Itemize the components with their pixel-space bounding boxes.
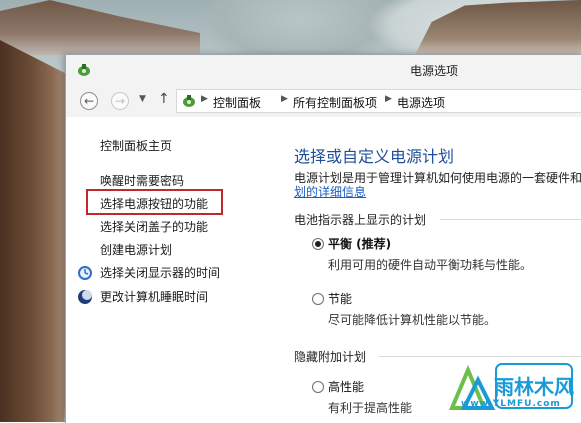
section-battery-plans: 电池指示器上显示的计划 <box>294 213 427 227</box>
plan-radio-balanced[interactable] <box>312 238 324 250</box>
breadcrumb-separator[interactable]: ▶ <box>385 94 392 104</box>
sleep-moon-icon <box>78 290 92 304</box>
breadcrumb[interactable]: ▶ 控制面板 ▶ 所有控制面板项 ▶ 电源选项 <box>176 89 581 113</box>
sidebar-item-wake-password[interactable]: 唤醒时需要密码 <box>100 172 184 189</box>
forward-button[interactable]: → <box>111 92 129 110</box>
details-link[interactable]: 划的详细信息 <box>294 183 366 200</box>
sidebar-item-home[interactable]: 控制面板主页 <box>100 137 172 154</box>
back-button[interactable]: ← <box>80 92 98 110</box>
plan-desc-high-performance: 有利于提高性能 <box>328 401 413 415</box>
breadcrumb-control-panel[interactable]: 控制面板 <box>213 94 261 111</box>
plan-name-high-performance[interactable]: 高性能 <box>328 378 364 395</box>
wallpaper-rock <box>0 40 75 422</box>
plan-name-power-saver[interactable]: 节能 <box>328 290 352 307</box>
plan-desc-power-saver: 尽可能降低计算机性能以节能。 <box>328 313 497 327</box>
sidebar-item-create-plan[interactable]: 创建电源计划 <box>100 241 172 258</box>
plan-desc-balanced: 利用可用的硬件自动平衡功耗与性能。 <box>328 258 533 272</box>
sidebar-item-lid-close[interactable]: 选择关闭盖子的功能 <box>100 218 208 235</box>
section-divider <box>440 219 581 220</box>
breadcrumb-all-items[interactable]: 所有控制面板项 <box>293 94 377 111</box>
watermark-url: www.YLMFU.com <box>461 399 561 409</box>
breadcrumb-power-options[interactable]: 电源选项 <box>397 94 445 111</box>
plan-radio-high-performance[interactable] <box>312 381 324 393</box>
title-bar[interactable]: 电源选项 <box>66 55 581 85</box>
display-clock-icon <box>78 266 92 280</box>
section-hidden-plans[interactable]: 隐藏附加计划 <box>294 348 366 365</box>
sidebar-item-sleep-time[interactable]: 更改计算机睡眠时间 <box>100 288 208 305</box>
window-title: 电源选项 <box>409 64 458 78</box>
plan-name-balanced[interactable]: 平衡 (推荐) <box>328 235 391 252</box>
breadcrumb-separator[interactable]: ▶ <box>201 94 208 104</box>
control-panel-icon <box>183 95 195 107</box>
page-title: 选择或自定义电源计划 <box>294 147 455 166</box>
plan-radio-power-saver[interactable] <box>312 293 324 305</box>
sidebar: 控制面板主页 唤醒时需要密码 选择电源按钮的功能 选择关闭盖子的功能 创建电源计… <box>66 117 281 423</box>
breadcrumb-separator[interactable]: ▶ <box>281 94 288 104</box>
sidebar-item-display-off[interactable]: 选择关闭显示器的时间 <box>100 264 220 281</box>
address-bar: ← → ▼ ↑ ▶ 控制面板 ▶ 所有控制面板项 ▶ 电源选项 <box>66 85 581 117</box>
recent-pages-dropdown[interactable]: ▼ <box>139 94 146 104</box>
up-button[interactable]: ↑ <box>158 91 170 107</box>
highlight-box <box>86 189 223 215</box>
svg-text:雨林木风: 雨林木风 <box>494 375 574 399</box>
